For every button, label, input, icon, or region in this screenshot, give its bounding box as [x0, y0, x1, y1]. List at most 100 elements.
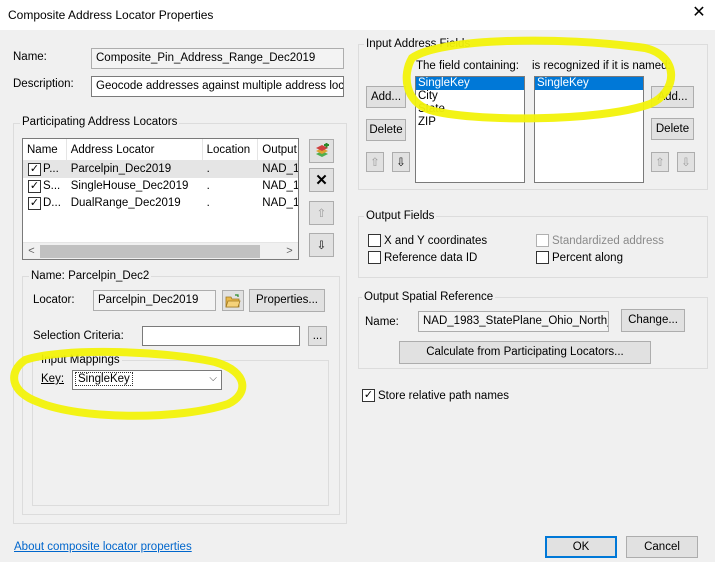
spatial-name-field[interactable]: NAD_1983_StatePlane_Ohio_North_FIPS_3401…	[418, 311, 609, 332]
add-field-button[interactable]: Add...	[366, 86, 406, 108]
xy-coordinates-label: X and Y coordinates	[384, 234, 488, 247]
row-locator: SingleHouse_Dec2019	[70, 180, 189, 192]
key-dropdown[interactable]: SingleKey ⌵	[72, 370, 222, 390]
arrow-down-icon: ⇩	[681, 157, 691, 169]
alias-up-button[interactable]: ⇧	[651, 152, 669, 172]
row-checkbox[interactable]: ✓	[28, 163, 41, 176]
column-header-locator[interactable]: Address Locator	[67, 139, 203, 160]
remove-locator-button[interactable]: ✕	[309, 168, 334, 192]
key-label: Key:	[41, 373, 65, 385]
description-field[interactable]: Geocode addresses against multiple addre…	[91, 76, 344, 97]
selection-criteria-button[interactable]: ...	[308, 326, 327, 346]
arrow-up-icon: ⇧	[655, 157, 665, 169]
locator-field[interactable]: Parcelpin_Dec2019	[93, 290, 216, 311]
row-name: D...	[43, 197, 61, 209]
description-label: Description:	[13, 78, 74, 90]
checkbox-box[interactable]	[368, 251, 381, 264]
list-item[interactable]: State	[416, 103, 524, 116]
spatial-name-label: Name:	[365, 316, 399, 328]
list-item[interactable]: ZIP	[416, 116, 524, 129]
add-locator-button[interactable]	[309, 139, 334, 163]
scroll-thumb[interactable]	[40, 244, 260, 258]
percent-along-checkbox[interactable]: Percent along	[536, 251, 623, 264]
change-button[interactable]: Change...	[621, 309, 685, 332]
window-title: Composite Address Locator Properties	[8, 8, 214, 22]
input-mappings-label: Input Mappings	[39, 354, 122, 366]
about-link[interactable]: About composite locator properties	[14, 541, 192, 553]
reference-data-id-label: Reference data ID	[384, 251, 478, 264]
store-relative-paths-label: Store relative path names	[378, 389, 510, 402]
cancel-button[interactable]: Cancel	[626, 536, 698, 558]
browse-locator-button[interactable]	[222, 290, 244, 311]
row-checkbox[interactable]: ✓	[28, 197, 41, 210]
row-locator: Parcelpin_Dec2019	[70, 163, 172, 175]
aliases-listbox[interactable]: SingleKey	[534, 76, 644, 183]
field-down-button[interactable]: ⇩	[392, 152, 410, 172]
row-location: .	[206, 180, 210, 192]
scroll-right-icon[interactable]: >	[281, 245, 298, 257]
checkbox-box[interactable]: ✓	[362, 389, 375, 402]
participating-locators-label: Participating Address Locators	[20, 116, 180, 128]
scroll-left-icon[interactable]: <	[23, 245, 40, 257]
table-hscrollbar[interactable]: < >	[23, 242, 298, 259]
move-down-button[interactable]: ⇩	[309, 233, 334, 257]
reference-data-id-checkbox[interactable]: Reference data ID	[368, 251, 477, 264]
close-icon[interactable]: ✕	[690, 4, 708, 22]
x-icon: ✕	[315, 172, 328, 189]
column-header-location[interactable]: Location	[203, 139, 259, 160]
standardized-address-label: Standardized address	[552, 234, 664, 247]
ok-button[interactable]: OK	[545, 536, 617, 558]
selection-criteria-label: Selection Criteria:	[33, 330, 124, 342]
table-header: Name Address Locator Location Output	[23, 139, 298, 161]
row-location: .	[206, 197, 210, 209]
row-name: P...	[43, 163, 59, 175]
calculate-button[interactable]: Calculate from Participating Locators...	[399, 341, 651, 364]
recognized-named-header: is recognized if it is named:	[532, 60, 671, 72]
percent-along-label: Percent along	[552, 251, 623, 264]
xy-coordinates-checkbox[interactable]: X and Y coordinates	[368, 234, 487, 247]
checkbox-box	[536, 234, 549, 247]
folder-open-icon	[225, 293, 241, 307]
row-locator: DualRange_Dec2019	[70, 197, 181, 209]
delete-alias-button[interactable]: Delete	[651, 118, 694, 140]
table-row[interactable]: ✓ S... SingleHouse_Dec2019 . NAD_1	[23, 178, 298, 195]
list-item[interactable]: City	[416, 90, 524, 103]
arrow-up-icon: ⇧	[370, 157, 380, 169]
table-row[interactable]: ✓ D... DualRange_Dec2019 . NAD_1	[23, 195, 298, 212]
key-dropdown-value: SingleKey	[75, 372, 133, 386]
list-item[interactable]: SingleKey	[535, 77, 643, 90]
name-field[interactable]: Composite_Pin_Address_Range_Dec2019	[91, 48, 344, 69]
row-output: NAD_1	[262, 180, 298, 192]
row-checkbox[interactable]: ✓	[28, 180, 41, 193]
table-row[interactable]: ✓ P... Parcelpin_Dec2019 . NAD_1	[23, 161, 298, 178]
row-location: .	[206, 163, 210, 175]
checkbox-box[interactable]	[368, 234, 381, 247]
chevron-down-icon: ⌵	[209, 373, 217, 384]
input-address-fields-label: Input Address Fields	[364, 38, 473, 50]
alias-down-button[interactable]: ⇩	[677, 152, 695, 172]
field-up-button[interactable]: ⇧	[366, 152, 384, 172]
standardized-address-checkbox: Standardized address	[536, 234, 664, 247]
spatial-reference-label: Output Spatial Reference	[362, 291, 496, 303]
selection-criteria-field[interactable]	[142, 326, 300, 346]
output-fields-group	[358, 216, 708, 278]
fields-listbox[interactable]: SingleKey City State ZIP	[415, 76, 525, 183]
move-up-button[interactable]: ⇧	[309, 201, 334, 225]
list-item[interactable]: SingleKey	[416, 77, 524, 90]
arrow-down-icon: ⇩	[316, 240, 327, 252]
checkbox-box[interactable]	[536, 251, 549, 264]
arrow-up-icon: ⇧	[316, 208, 327, 220]
arrow-down-icon: ⇩	[396, 157, 406, 169]
selected-locator-label: Name: Parcelpin_Dec2	[29, 270, 152, 282]
locators-table[interactable]: Name Address Locator Location Output ✓ P…	[22, 138, 299, 260]
field-containing-header: The field containing:	[416, 60, 519, 72]
column-header-name[interactable]: Name	[23, 139, 67, 160]
properties-button[interactable]: Properties...	[249, 289, 325, 312]
output-fields-label: Output Fields	[364, 210, 437, 222]
locator-label: Locator:	[33, 294, 75, 306]
add-alias-button[interactable]: Add...	[651, 86, 694, 108]
row-output: NAD_1	[262, 197, 298, 209]
column-header-output[interactable]: Output	[258, 139, 298, 160]
delete-field-button[interactable]: Delete	[366, 119, 406, 141]
store-relative-paths-checkbox[interactable]: ✓ Store relative path names	[362, 389, 509, 402]
